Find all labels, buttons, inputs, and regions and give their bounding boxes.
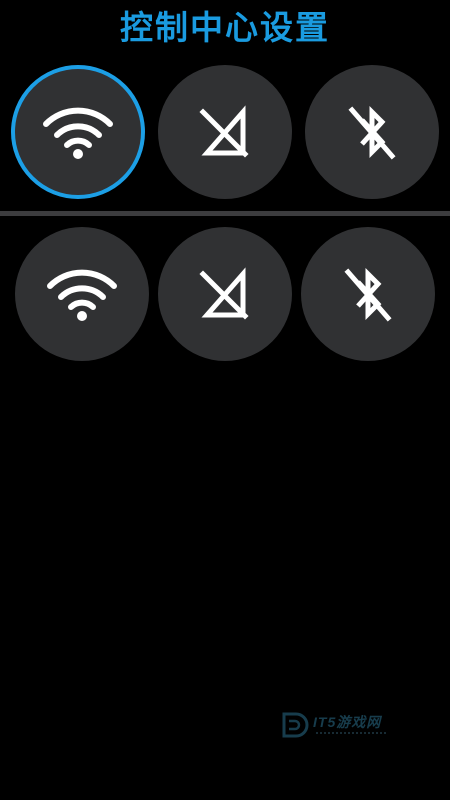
signal-off-icon [199, 105, 249, 158]
page-title: 控制中心设置 [120, 8, 330, 47]
signal-off-icon [199, 267, 249, 320]
bluetooth-off-icon [348, 105, 396, 160]
watermark-dots [316, 732, 386, 736]
wifi-icon [43, 107, 113, 159]
bluetooth-toggle[interactable] [301, 227, 435, 361]
wifi-toggle-selected[interactable] [11, 65, 145, 199]
watermark-logo-icon [282, 712, 309, 738]
wifi-toggle[interactable] [15, 227, 149, 361]
mobile-signal-toggle[interactable] [158, 65, 292, 199]
bluetooth-off-icon [344, 267, 392, 322]
mobile-signal-toggle[interactable] [158, 227, 292, 361]
wifi-icon [47, 269, 117, 321]
bluetooth-toggle[interactable] [305, 65, 439, 199]
watermark: IT5游戏网 [280, 708, 420, 742]
section-divider [0, 211, 450, 216]
watermark-text: IT5游戏网 [313, 714, 382, 730]
